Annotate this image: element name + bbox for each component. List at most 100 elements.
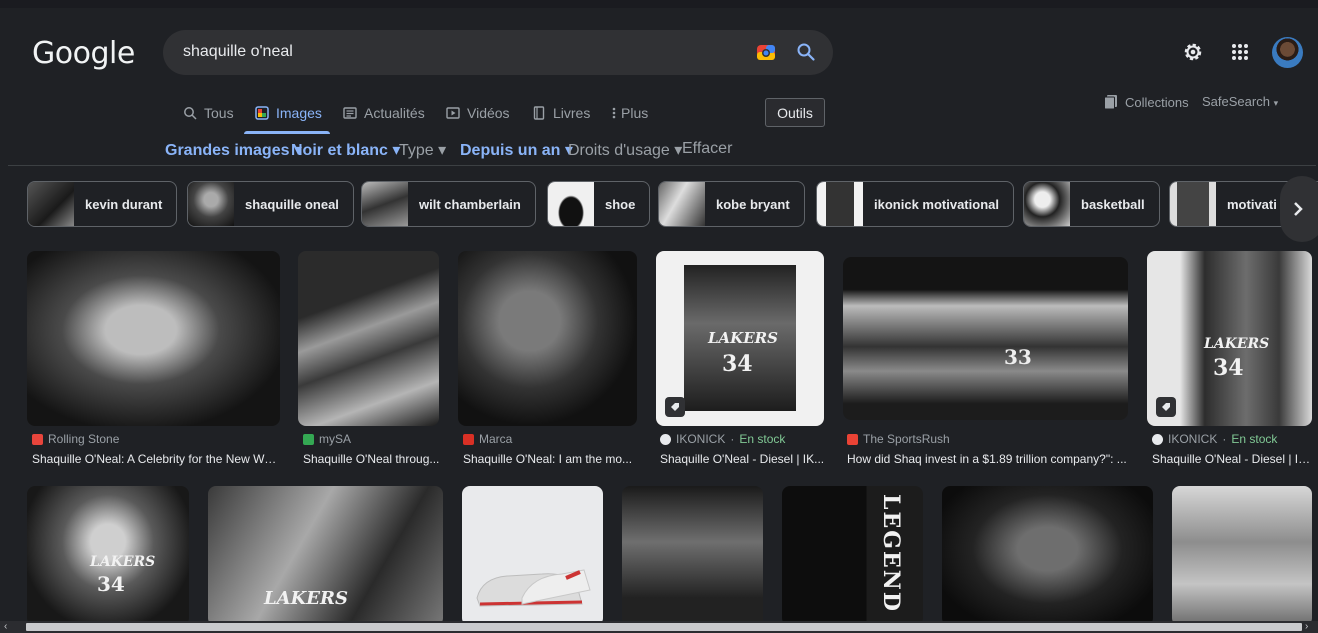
- filter-large-images[interactable]: Grandes images ▾: [165, 140, 302, 160]
- filter-label: Type: [399, 142, 434, 159]
- tools-button[interactable]: Outils: [765, 98, 825, 127]
- chip-thumbnail: [817, 182, 863, 226]
- image-result[interactable]: [298, 251, 439, 426]
- filter-type[interactable]: Type ▾: [399, 140, 446, 160]
- apps-grid-icon[interactable]: [1231, 43, 1249, 61]
- tab-news[interactable]: Actualités: [343, 103, 425, 133]
- tab-videos[interactable]: Vidéos: [446, 103, 510, 133]
- image-result[interactable]: [942, 486, 1153, 626]
- google-logo[interactable]: Google: [32, 36, 135, 71]
- chip-thumbnail: [362, 182, 408, 226]
- chip-thumbnail: [1170, 182, 1216, 226]
- account-avatar[interactable]: [1272, 37, 1303, 68]
- image-result[interactable]: [622, 486, 763, 626]
- site-favicon-icon: [660, 433, 671, 445]
- jersey-team-text: LAKERS: [264, 588, 348, 609]
- chip-thumbnail: [659, 182, 705, 226]
- image-result[interactable]: LEGEND: [782, 486, 923, 626]
- result-title[interactable]: How did Shaq invest in a $1.89 trillion …: [847, 452, 1127, 466]
- tab-label: Livres: [553, 105, 591, 121]
- filter-label: Depuis un an: [460, 142, 561, 159]
- jersey-team-text: LAKERS: [708, 329, 778, 347]
- tab-all[interactable]: Tous: [183, 103, 234, 133]
- scroll-right-arrow-icon[interactable]: ›: [1305, 621, 1317, 633]
- chip-shoe[interactable]: shoe: [547, 181, 651, 227]
- in-stock-label: En stock: [1231, 432, 1278, 446]
- chip-label: wilt chamberlain: [419, 196, 521, 212]
- chip-thumbnail: [548, 182, 594, 226]
- chip-thumbnail: [188, 182, 234, 226]
- horizontal-scrollbar[interactable]: ‹ ›: [0, 621, 1318, 633]
- divider: [8, 165, 1316, 166]
- image-result[interactable]: LAKERS 34: [656, 251, 824, 426]
- result-title[interactable]: Shaquille O'Neal: I am the mo...: [463, 452, 638, 466]
- images-icon: [255, 106, 269, 120]
- search-input[interactable]: shaquille o'neal: [183, 43, 293, 61]
- tab-label: Actualités: [364, 105, 425, 121]
- result-source[interactable]: IKONICK · En stock: [1152, 432, 1277, 446]
- camera-lens-icon[interactable]: [756, 43, 776, 61]
- jersey-number-text: 34: [1213, 355, 1244, 381]
- image-result[interactable]: [458, 251, 637, 426]
- active-tab-indicator: [244, 131, 330, 134]
- filter-past-year[interactable]: Depuis un an ▾: [460, 140, 573, 160]
- result-source[interactable]: The SportsRush: [847, 432, 950, 446]
- source-name: The SportsRush: [863, 432, 950, 446]
- source-name: mySA: [319, 432, 352, 446]
- chip-shaquille-oneal[interactable]: shaquille oneal: [187, 181, 354, 227]
- chip-label: shaquille oneal: [245, 196, 339, 212]
- gear-icon[interactable]: [1182, 41, 1204, 63]
- jersey-team-text: LAKERS: [90, 554, 156, 570]
- tab-books[interactable]: Livres: [532, 103, 590, 133]
- result-source[interactable]: Rolling Stone: [32, 432, 119, 446]
- image-result[interactable]: [462, 486, 603, 626]
- source-name: Marca: [479, 432, 513, 446]
- image-result[interactable]: [27, 251, 280, 426]
- chip-ikonick-motivational[interactable]: ikonick motivational: [816, 181, 1014, 227]
- result-source[interactable]: IKONICK · En stock: [660, 432, 785, 446]
- filter-black-white[interactable]: Noir et blanc ▾: [291, 140, 400, 160]
- chip-wilt-chamberlain[interactable]: wilt chamberlain: [361, 181, 536, 227]
- chip-kevin-durant[interactable]: kevin durant: [27, 181, 178, 227]
- collections-label: Collections: [1125, 94, 1189, 110]
- scroll-left-arrow-icon[interactable]: ‹: [4, 621, 16, 633]
- chip-label: kobe bryant: [716, 196, 790, 212]
- sneaker-icon: [476, 569, 591, 607]
- book-icon: [533, 106, 545, 120]
- video-icon: [446, 107, 460, 119]
- search-icon[interactable]: [796, 42, 816, 62]
- chip-thumbnail: [28, 182, 74, 226]
- chip-label: ikonick motivational: [874, 196, 999, 212]
- result-source[interactable]: Marca: [463, 432, 512, 446]
- image-result[interactable]: 33: [843, 257, 1128, 420]
- chip-kobe-bryant[interactable]: kobe bryant: [658, 181, 805, 227]
- tab-images[interactable]: Images: [255, 103, 322, 133]
- result-title[interactable]: Shaquille O'Neal - Diesel | IK...: [660, 452, 825, 466]
- filter-usage-rights[interactable]: Droits d'usage ▾: [568, 140, 682, 160]
- site-favicon-icon: [847, 433, 858, 445]
- chip-label: shoe: [605, 196, 636, 212]
- window-top-frame: [0, 0, 1318, 8]
- tab-more[interactable]: Plus: [611, 103, 648, 133]
- collections-icon: [1104, 95, 1117, 110]
- safesearch-dropdown[interactable]: SafeSearch ▾: [1202, 94, 1278, 109]
- more-vert-icon: [612, 107, 616, 119]
- image-result[interactable]: LAKERS 34: [1147, 251, 1312, 426]
- result-title[interactable]: Shaquille O'Neal throug...: [303, 452, 440, 466]
- result-title[interactable]: Shaquille O'Neal - Diesel | IK...: [1152, 452, 1312, 466]
- chip-basketball[interactable]: basketball: [1023, 181, 1160, 227]
- result-title[interactable]: Shaquille O'Neal: A Celebrity for the Ne…: [32, 452, 280, 466]
- collections-link[interactable]: Collections: [1104, 94, 1189, 110]
- search-box[interactable]: shaquille o'neal: [163, 30, 833, 75]
- scrollbar-thumb[interactable]: [26, 623, 1302, 631]
- jersey-number-text: 34: [722, 351, 753, 377]
- result-source[interactable]: mySA: [303, 432, 351, 446]
- poster-text: LEGEND: [878, 494, 904, 613]
- site-favicon-icon: [1152, 433, 1163, 445]
- chips-next-button[interactable]: [1280, 176, 1318, 242]
- image-result[interactable]: [1172, 486, 1312, 626]
- image-result[interactable]: LAKERS 34: [27, 486, 189, 626]
- image-result[interactable]: LAKERS: [208, 486, 443, 626]
- source-name: IKONICK: [676, 432, 726, 446]
- filter-clear[interactable]: Effacer: [682, 140, 732, 158]
